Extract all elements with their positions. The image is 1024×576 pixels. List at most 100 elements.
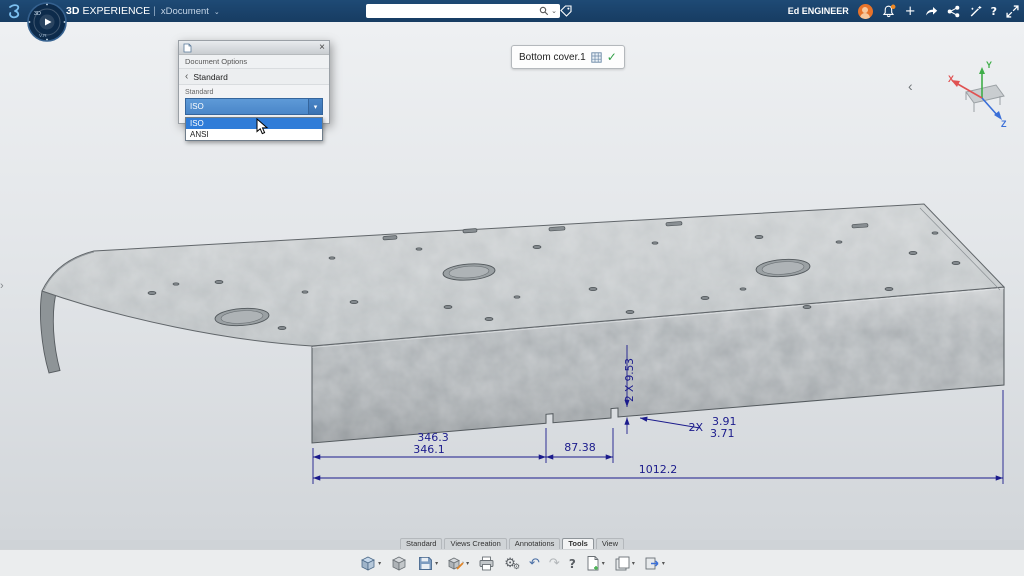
- standard-field-label: Standard: [185, 89, 323, 96]
- brand-3d: 3D: [66, 5, 79, 17]
- standard-dropdown-list: ISO ANSI: [185, 117, 323, 141]
- tag-icon[interactable]: [560, 5, 572, 17]
- caret-down-icon[interactable]: ▾: [435, 560, 438, 567]
- gray-cube-icon: [390, 555, 408, 573]
- axis-z-label[interactable]: Z: [1001, 119, 1007, 129]
- save-disk-icon: [417, 555, 434, 572]
- caret-down-icon[interactable]: ▾: [632, 560, 635, 567]
- help-icon: ?: [991, 6, 997, 17]
- dialog-back-row[interactable]: ‹ Standard: [179, 69, 329, 85]
- caret-down-icon[interactable]: ▾: [378, 560, 381, 567]
- redo-button[interactable]: ↷: [548, 553, 561, 575]
- document-icon: [183, 43, 192, 53]
- options-button[interactable]: ⚙⚙: [503, 553, 521, 575]
- dim-gap[interactable]: 87.38: [564, 441, 596, 454]
- share-nodes-icon: [947, 5, 960, 18]
- document-options-dialog: × Document Options ‹ Standard Standard I…: [178, 40, 330, 124]
- view-triad[interactable]: X Y Z: [948, 60, 1007, 129]
- top-bar: 3DEXPERIENCE | xDocument ⌄ ⌄ Ed ENGINEER: [0, 0, 1024, 22]
- colored-cube-icon: [359, 555, 377, 573]
- tab-view[interactable]: View: [596, 538, 624, 549]
- dim-notch-lower[interactable]: 3.71: [710, 427, 735, 440]
- drafting-tab-bar: Standard Views Creation Annotations Tool…: [0, 537, 1024, 549]
- plus-icon: +: [905, 5, 916, 18]
- printer-icon: [478, 555, 495, 572]
- axis-x-label[interactable]: X: [948, 74, 954, 84]
- dim-thickness[interactable]: 2 X 9.53: [624, 358, 636, 402]
- chevron-down-icon[interactable]: ▾: [308, 99, 322, 114]
- app-window: 346.3 346.1 87.38 1012.2 2X 3.91 3.71 2 …: [0, 0, 1024, 576]
- isometric-view-button[interactable]: [389, 553, 409, 575]
- global-search[interactable]: ⌄: [366, 4, 560, 18]
- undo-icon: ↶: [529, 557, 540, 570]
- view-manager-button[interactable]: ▾: [358, 553, 382, 575]
- close-icon[interactable]: ×: [319, 43, 325, 53]
- dim-notch-prefix[interactable]: 2X: [688, 421, 703, 434]
- document-status-badge[interactable]: Bottom cover.1 ✓: [511, 45, 625, 69]
- expand-arrows-icon: [1006, 5, 1019, 18]
- undo-button[interactable]: ↶: [528, 553, 541, 575]
- new-sheet-button[interactable]: ▾: [584, 553, 606, 575]
- fullscreen-button[interactable]: [1006, 5, 1019, 18]
- app-name: xDocument: [161, 6, 209, 17]
- dialog-title-bar[interactable]: ×: [179, 41, 329, 55]
- cube-pencil-icon: [447, 555, 465, 573]
- dialog-back-label: Standard: [193, 72, 228, 82]
- print-button[interactable]: [477, 553, 496, 575]
- gear-small-icon: ⚙: [513, 563, 520, 571]
- sheet-setup-button[interactable]: ▾: [613, 553, 636, 575]
- 3d-compass[interactable]: 3D V.R: [26, 1, 68, 43]
- left-panel-expander[interactable]: ›: [0, 280, 4, 292]
- user-name[interactable]: Ed ENGINEER: [788, 6, 849, 16]
- right-panel-collapse-arrow[interactable]: ‹: [908, 78, 913, 94]
- tab-annotations[interactable]: Annotations: [509, 538, 561, 549]
- notifications-button[interactable]: [882, 4, 896, 18]
- tab-views-creation[interactable]: Views Creation: [444, 538, 506, 549]
- compass-vr-label: V.R: [39, 33, 47, 39]
- caret-down-icon[interactable]: ▾: [466, 560, 469, 567]
- dim-width-lower[interactable]: 346.1: [413, 443, 445, 456]
- part-viewport[interactable]: 346.3 346.1 87.38 1012.2 2X 3.91 3.71 2 …: [0, 0, 1024, 576]
- tools-button[interactable]: [969, 5, 982, 18]
- avatar[interactable]: [858, 4, 873, 19]
- topbar-user-area: Ed ENGINEER +: [788, 0, 1019, 22]
- help-tool-button[interactable]: ?: [568, 553, 577, 575]
- combobox-value: ISO: [186, 102, 308, 111]
- export-button[interactable]: ▾: [643, 553, 666, 575]
- drawing-sheet-icon: [591, 52, 602, 63]
- document-name: Bottom cover.1: [519, 52, 586, 63]
- axis-y-label[interactable]: Y: [986, 60, 992, 70]
- tab-tools[interactable]: Tools: [562, 538, 593, 549]
- search-icon[interactable]: [539, 6, 549, 16]
- dropdown-option-ansi[interactable]: ANSI: [186, 129, 322, 140]
- new-page-icon: [585, 555, 601, 572]
- app-switcher-caret-icon[interactable]: ⌄: [214, 8, 220, 16]
- magic-wand-icon: [969, 5, 982, 18]
- update-view-button[interactable]: ▾: [446, 553, 470, 575]
- question-icon: ?: [569, 558, 576, 570]
- check-icon: ✓: [607, 50, 617, 64]
- search-input[interactable]: [369, 5, 539, 17]
- search-options-caret-icon[interactable]: ⌄: [551, 7, 557, 15]
- brand-title[interactable]: 3DEXPERIENCE | xDocument ⌄: [66, 5, 220, 17]
- dialog-section-header: Document Options: [179, 55, 329, 69]
- add-button[interactable]: +: [905, 5, 916, 18]
- chevron-left-icon: ‹: [185, 71, 188, 82]
- share-arrow-icon: [925, 5, 938, 17]
- tab-standard[interactable]: Standard: [400, 538, 442, 549]
- bell-icon: [882, 4, 896, 18]
- collaboration-button[interactable]: [947, 5, 960, 18]
- part-3d[interactable]: [40, 204, 1004, 443]
- sheets-stack-icon: [614, 555, 631, 572]
- 3ds-logo-icon[interactable]: [6, 3, 22, 19]
- standard-combobox[interactable]: ISO ▾: [185, 98, 323, 115]
- help-button[interactable]: ?: [991, 6, 997, 17]
- brand-divider: |: [153, 5, 156, 17]
- save-button[interactable]: ▾: [416, 553, 439, 575]
- caret-down-icon[interactable]: ▾: [602, 560, 605, 567]
- dropdown-option-iso[interactable]: ISO: [186, 118, 322, 129]
- dim-overall[interactable]: 1012.2: [639, 463, 678, 476]
- caret-down-icon[interactable]: ▾: [662, 560, 665, 567]
- action-bar: ▾ ▾ ▾: [0, 549, 1024, 576]
- share-button[interactable]: [925, 5, 938, 17]
